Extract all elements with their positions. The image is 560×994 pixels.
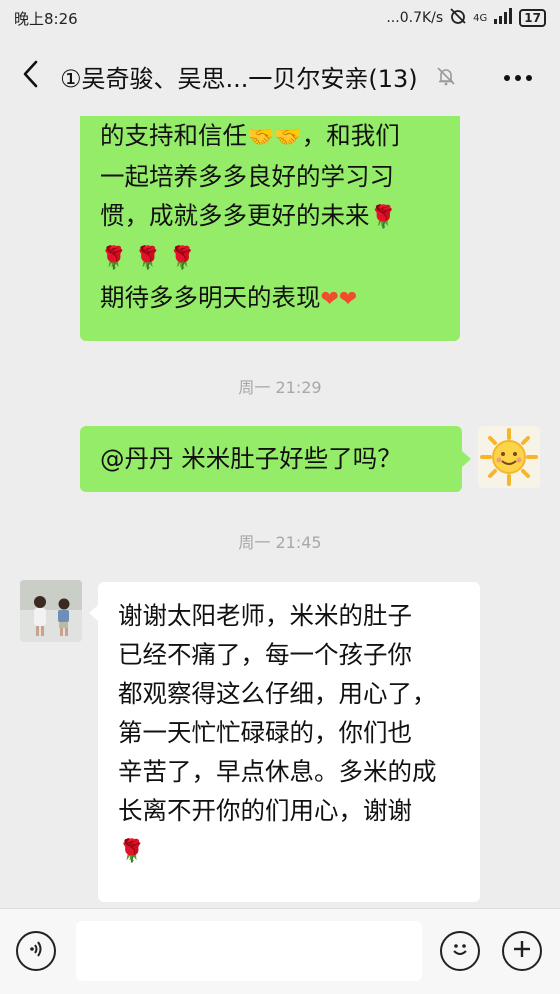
input-bar [0, 908, 560, 994]
message-text: @丹丹 米米肚子好些了吗？ [100, 444, 402, 473]
more-button[interactable] [498, 58, 538, 94]
battery-indicator: 17 [519, 9, 546, 27]
more-dots-icon [503, 67, 533, 86]
sun-avatar-icon [480, 428, 538, 486]
message-bubble-outgoing[interactable]: @丹丹 米米肚子好些了吗？ [80, 426, 462, 492]
children-photo-icon [20, 580, 82, 642]
bubble-tail [89, 605, 98, 621]
status-time: 晚上8:26 [14, 9, 78, 28]
message-line: 长离不开你的们用心，谢谢 [118, 796, 412, 825]
timestamp: 周一 21:29 [238, 378, 322, 397]
message-line: 🌹 [118, 830, 460, 871]
alarm-off-icon [449, 7, 467, 29]
message-line: 期待多多明天的表现❤❤ [100, 283, 358, 312]
message-line: 第一天忙忙碌碌的，你们也 [118, 718, 412, 747]
avatar-self[interactable] [478, 426, 540, 488]
handshake-emoji-icon: 🤝🤝 [247, 125, 302, 150]
bubble-tail [462, 451, 471, 467]
heart-emoji-icon: ❤❤ [320, 287, 358, 312]
voice-button[interactable] [16, 931, 56, 971]
message-bubble-incoming[interactable]: 谢谢太阳老师，米米的肚子 已经不痛了，每一个孩子你 都观察得这么仔细，用心了， … [98, 582, 480, 902]
voice-icon [26, 939, 46, 963]
plus-button[interactable] [502, 931, 542, 971]
emoji-button[interactable] [440, 931, 480, 971]
rose-emoji-icon: 🌹 [369, 205, 397, 230]
message-line: 🌹 🌹 🌹 [100, 237, 440, 278]
rose-emoji-icon: 🌹 🌹 🌹 [100, 246, 197, 271]
avatar-sender[interactable] [20, 580, 82, 642]
message-line: 的支持和信任🤝🤝，和我们 [100, 121, 400, 150]
message-line: 一起培养多多良好的学习习 [100, 162, 394, 191]
chat-title: ①吴奇骏、吴思...一贝尔安亲(13) [60, 64, 418, 93]
message-line: 惯，成就多多更好的未来🌹 [100, 201, 397, 230]
rose-emoji-icon: 🌹 [118, 839, 146, 864]
message-line: 谢谢太阳老师，米米的肚子 [118, 601, 412, 630]
chevron-left-icon [22, 60, 38, 92]
message-line: 辛苦了，早点休息。多米的成 [118, 757, 437, 786]
bell-off-icon [434, 64, 458, 88]
message-line: 已经不痛了，每一个孩子你 [118, 640, 412, 669]
network-type: 4G [473, 12, 488, 24]
message-bubble-outgoing[interactable]: 的支持和信任🤝🤝，和我们 一起培养多多良好的学习习 惯，成就多多更好的未来🌹 🌹… [80, 116, 460, 341]
chat-header: ①吴奇骏、吴思...一贝尔安亲(13) [0, 36, 560, 116]
message-input[interactable] [76, 921, 422, 981]
status-bar: 晚上8:26 ...0.7K/s 4G 17 [0, 0, 560, 36]
status-indicators: ...0.7K/s 4G 17 [386, 7, 546, 29]
message-line: 都观察得这么仔细，用心了， [118, 679, 437, 708]
plus-icon [511, 938, 533, 964]
timestamp: 周一 21:45 [238, 533, 322, 552]
chat-message-list[interactable]: 的支持和信任🤝🤝，和我们 一起培养多多良好的学习习 惯，成就多多更好的未来🌹 🌹… [0, 116, 560, 908]
net-speed: ...0.7K/s [386, 10, 444, 26]
signal-icon [493, 8, 513, 28]
back-button[interactable] [0, 36, 60, 116]
emoji-icon [448, 937, 472, 965]
